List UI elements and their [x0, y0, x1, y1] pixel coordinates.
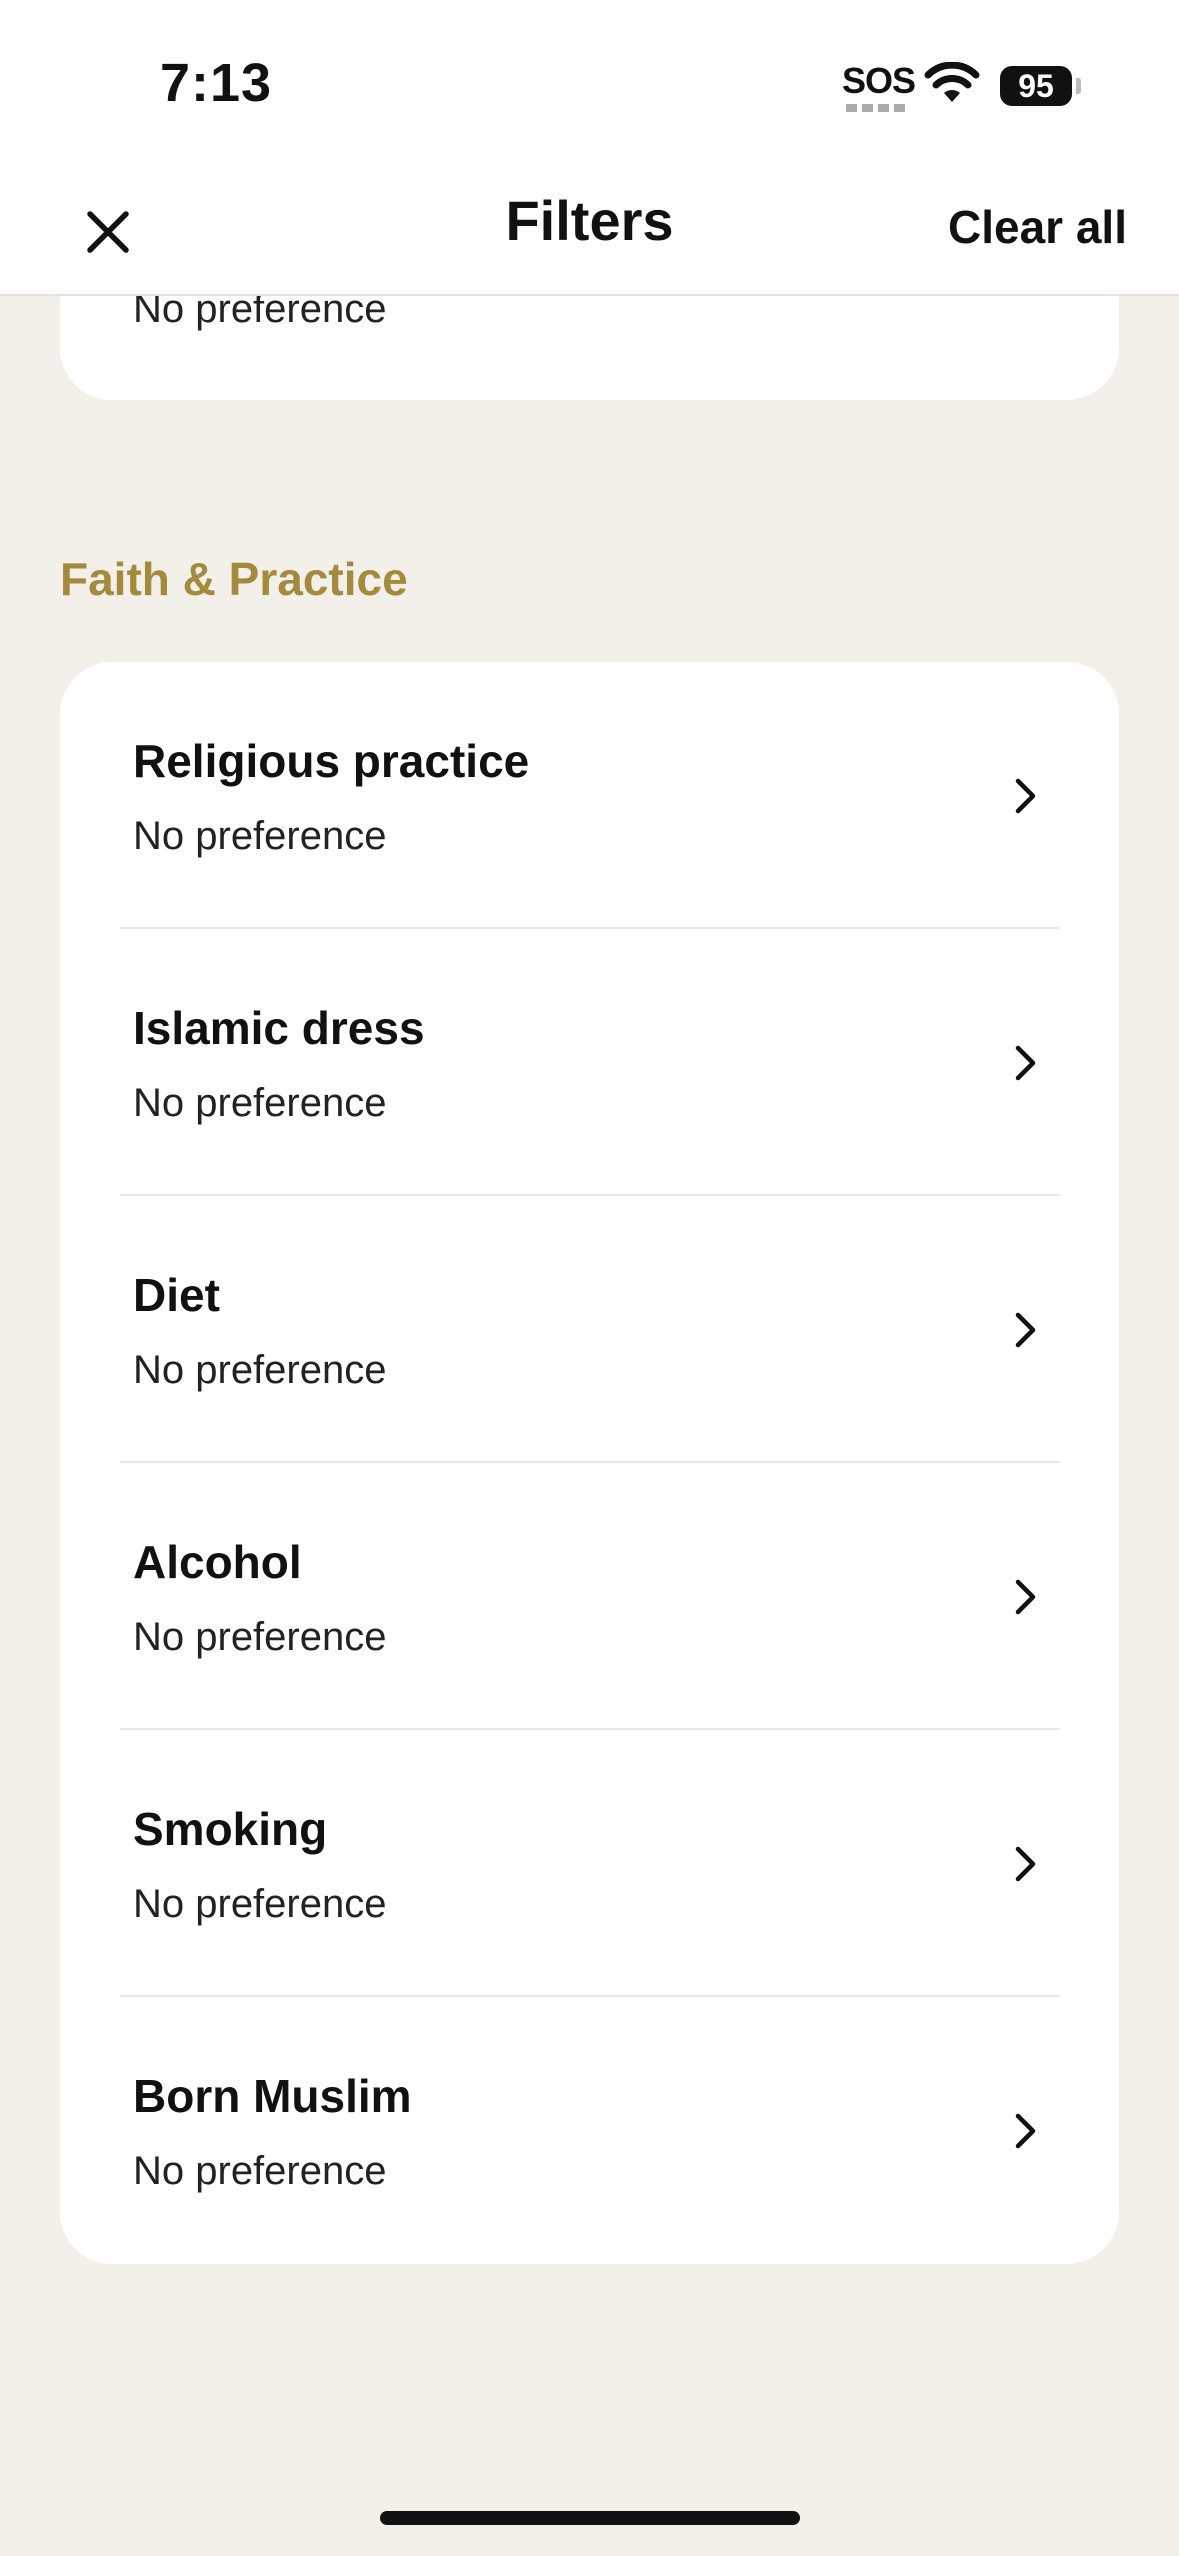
filter-value: No preference	[133, 814, 387, 858]
filter-row-smoking[interactable]: Smoking No preference	[120, 1730, 1060, 1997]
filter-label: Diet	[133, 1269, 220, 1321]
chevron-right-icon	[1015, 1579, 1036, 1615]
status-time: 7:13	[160, 53, 273, 113]
filter-label: Smoking	[133, 1803, 328, 1855]
filter-value: No preference	[133, 1348, 387, 1392]
chevron-right-icon	[1015, 1312, 1036, 1348]
battery-cap	[1076, 78, 1081, 94]
filter-row-alcohol[interactable]: Alcohol No preference	[120, 1463, 1060, 1730]
faith-practice-card: Religious practice No preference Islamic…	[60, 662, 1119, 2264]
status-bar: 7:13 SOS 95	[0, 0, 1179, 160]
clear-all-button[interactable]: Clear all	[948, 200, 1127, 254]
filter-row-islamic-dress[interactable]: Islamic dress No preference	[120, 929, 1060, 1196]
chevron-right-icon	[1015, 778, 1036, 814]
sos-indicator: SOS	[842, 60, 916, 101]
filter-row-religious-practice[interactable]: Religious practice No preference	[120, 662, 1060, 929]
filter-label: Islamic dress	[133, 1002, 425, 1054]
chevron-right-icon	[1015, 2113, 1036, 2149]
filter-value: No preference	[133, 1081, 387, 1125]
chevron-right-icon	[1015, 1846, 1036, 1882]
nav-bar: Filters Clear all	[0, 160, 1179, 296]
filter-value: No preference	[133, 1615, 387, 1659]
section-title: Faith & Practice	[60, 553, 408, 605]
filter-label: Born Muslim	[133, 2070, 412, 2122]
chevron-right-icon	[1015, 1045, 1036, 1081]
filter-label: Alcohol	[133, 1536, 302, 1588]
filter-label: Religious practice	[133, 735, 530, 787]
signal-dots-icon	[846, 104, 906, 112]
battery-icon: 95	[1000, 66, 1072, 106]
wifi-icon	[924, 62, 980, 102]
filter-value: No preference	[133, 1882, 387, 1926]
home-indicator[interactable]	[380, 2511, 800, 2525]
filter-value: No preference	[133, 2149, 387, 2193]
filter-row-diet[interactable]: Diet No preference	[120, 1196, 1060, 1463]
filter-row-born-muslim[interactable]: Born Muslim No preference	[120, 1997, 1060, 2264]
